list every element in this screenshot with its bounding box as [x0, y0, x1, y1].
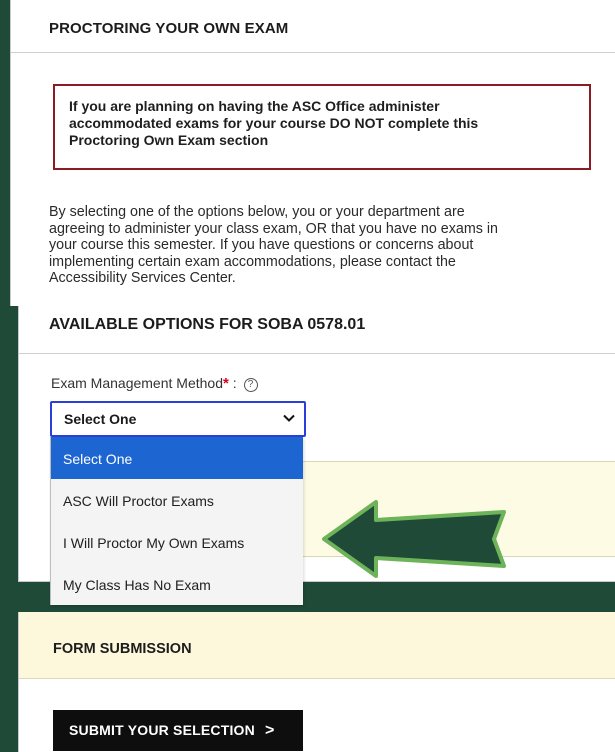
warning-line: Proctoring Own Exam section: [69, 132, 269, 148]
intro-line: Accessibility Services Center.: [49, 270, 236, 286]
dropdown-options-list: Select One ASC Will Proctor Exams I Will…: [50, 437, 303, 605]
option-asc-proctor[interactable]: ASC Will Proctor Exams: [51, 479, 303, 521]
intro-line: agreeing to administer your class exam, …: [49, 220, 498, 237]
chevron-right-icon: >: [264, 722, 275, 739]
chevron-down-icon: [283, 414, 295, 422]
option-select-one[interactable]: Select One: [51, 437, 303, 479]
field-label-text: Exam Management Method: [51, 375, 223, 391]
submit-button[interactable]: SUBMIT YOUR SELECTION >: [53, 710, 303, 751]
label-colon: :: [228, 375, 237, 391]
exam-method-label: Exam Management Method* : ?: [51, 375, 258, 392]
proctoring-heading: PROCTORING YOUR OWN EXAM: [11, 0, 615, 53]
exam-method-select[interactable]: Select One: [50, 401, 306, 437]
submit-button-label: SUBMIT YOUR SELECTION: [69, 722, 255, 738]
intro-line: By selecting one of the options below, y…: [49, 204, 465, 220]
option-self-proctor[interactable]: I Will Proctor My Own Exams: [51, 521, 303, 563]
select-value: Select One: [64, 411, 137, 427]
option-no-exam[interactable]: My Class Has No Exam: [51, 563, 303, 605]
warning-notice: If you are planning on having the ASC Of…: [53, 84, 591, 170]
submission-heading: FORM SUBMISSION: [19, 612, 615, 679]
proctoring-section: PROCTORING YOUR OWN EXAM If you are plan…: [10, 0, 615, 306]
options-heading: AVAILABLE OPTIONS FOR SOBA 0578.01: [19, 306, 615, 354]
help-circle-icon[interactable]: ?: [243, 378, 258, 392]
warning-line: accommodated exams for your course DO NO…: [69, 115, 479, 131]
intro-line: implementing certain exam accommodations…: [49, 253, 456, 270]
intro-paragraph: By selecting one of the options below, y…: [49, 204, 569, 287]
warning-line: If you are planning on having the ASC Of…: [69, 98, 440, 114]
submission-section: FORM SUBMISSION SUBMIT YOUR SELECTION >: [18, 612, 615, 752]
left-arrow-icon: [322, 500, 506, 578]
intro-line: your course this semester. If you have q…: [49, 237, 474, 253]
